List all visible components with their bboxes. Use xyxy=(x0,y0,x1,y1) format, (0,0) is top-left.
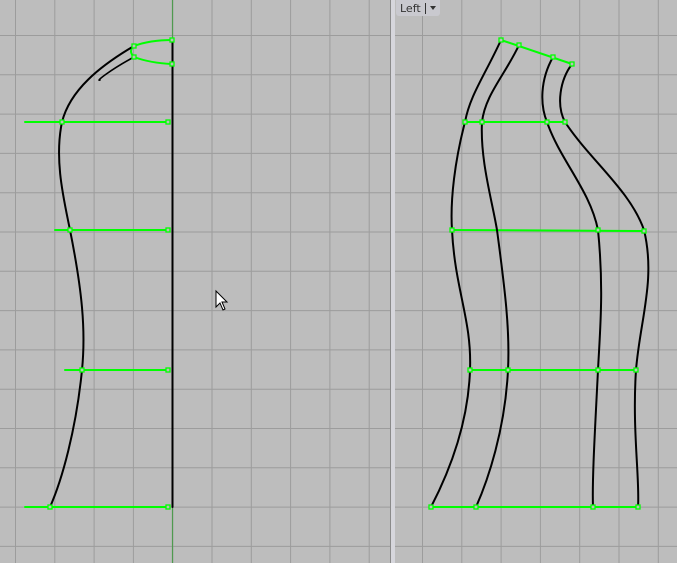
viewport-canvas[interactable] xyxy=(0,0,677,563)
outer-back-curve xyxy=(559,63,650,508)
profile-curve-branch xyxy=(98,56,135,81)
rhino-viewports: Left xyxy=(0,0,677,563)
dropdown-arrow-icon[interactable] xyxy=(429,6,436,10)
green-section-line xyxy=(430,39,645,508)
grid xyxy=(0,0,677,563)
viewport-divider[interactable] xyxy=(391,0,395,563)
front-view-curves xyxy=(24,37,175,510)
viewport-label: Left xyxy=(400,1,421,15)
inner-back-curve xyxy=(541,56,603,508)
outer-front-curve xyxy=(430,39,502,508)
green-section-line xyxy=(24,121,169,508)
label-separator xyxy=(424,2,426,14)
viewport-title-left[interactable]: Left xyxy=(396,0,440,16)
green-top-curve xyxy=(130,39,173,65)
mouse-cursor-icon xyxy=(215,289,229,311)
profile-curve xyxy=(49,45,135,508)
